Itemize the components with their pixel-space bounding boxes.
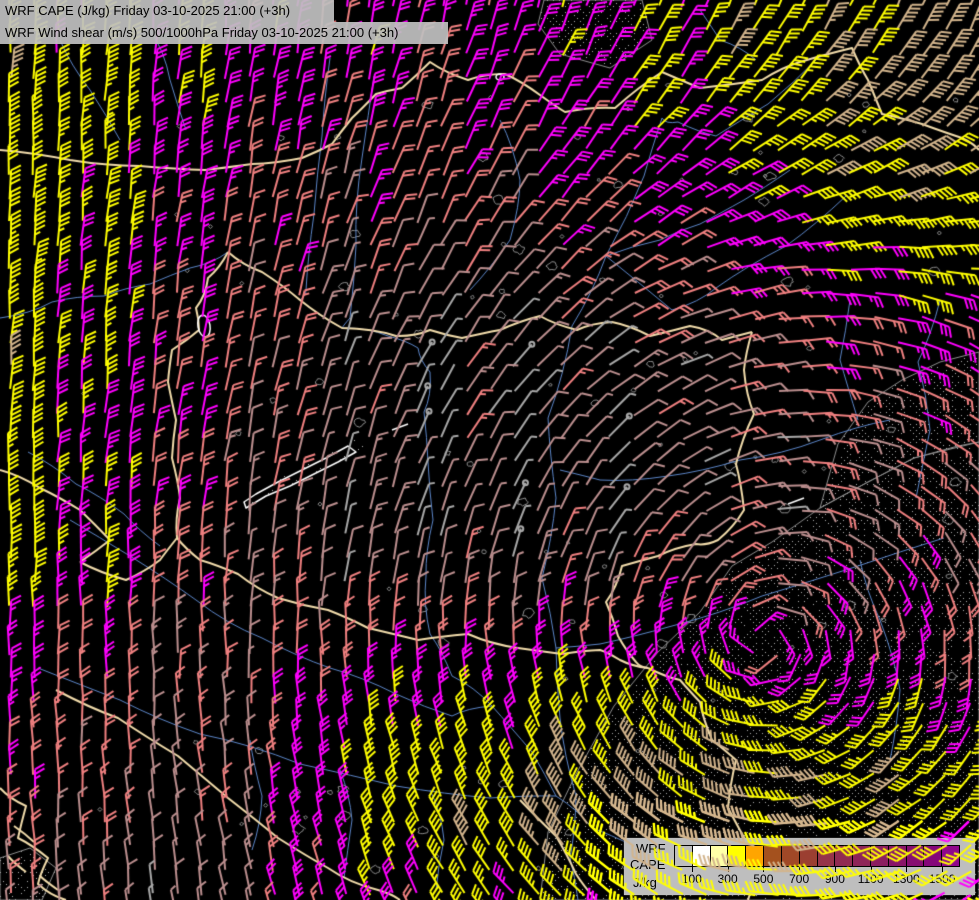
colorbar-cell [834, 846, 852, 866]
colorbar-cell [923, 846, 941, 866]
weather-map-page: WRF CAPE (J/kg) Friday 03-10-2025 21:00 … [0, 0, 979, 900]
title-cape: WRF CAPE (J/kg) Friday 03-10-2025 21:00 … [0, 0, 334, 22]
weather-map-canvas [0, 0, 979, 900]
colorbar-cell [906, 846, 924, 866]
title-wind-shear: WRF Wind shear (m/s) 500/1000hPa Friday … [0, 22, 448, 44]
colorbar-cell [781, 846, 799, 866]
colorbar-cell [817, 846, 835, 866]
colorbar-cell [745, 846, 763, 866]
colorbar-cell [710, 846, 728, 866]
colorbar-cell [888, 846, 906, 866]
colorbar-cell [763, 846, 781, 866]
colorbar-cell [941, 846, 959, 866]
colorbar-cell [675, 846, 692, 866]
colorbar-cell [852, 846, 870, 866]
colorbar-cell [727, 846, 745, 866]
cape-colorbar [674, 845, 960, 867]
legend-variable-label: CAPE [630, 857, 665, 872]
colorbar-cell [799, 846, 817, 866]
colorbar-cell [870, 846, 888, 866]
legend-model-label: WRF [636, 841, 666, 856]
legend-units-label: J/kg [633, 875, 657, 890]
colorbar-cell [692, 846, 710, 866]
